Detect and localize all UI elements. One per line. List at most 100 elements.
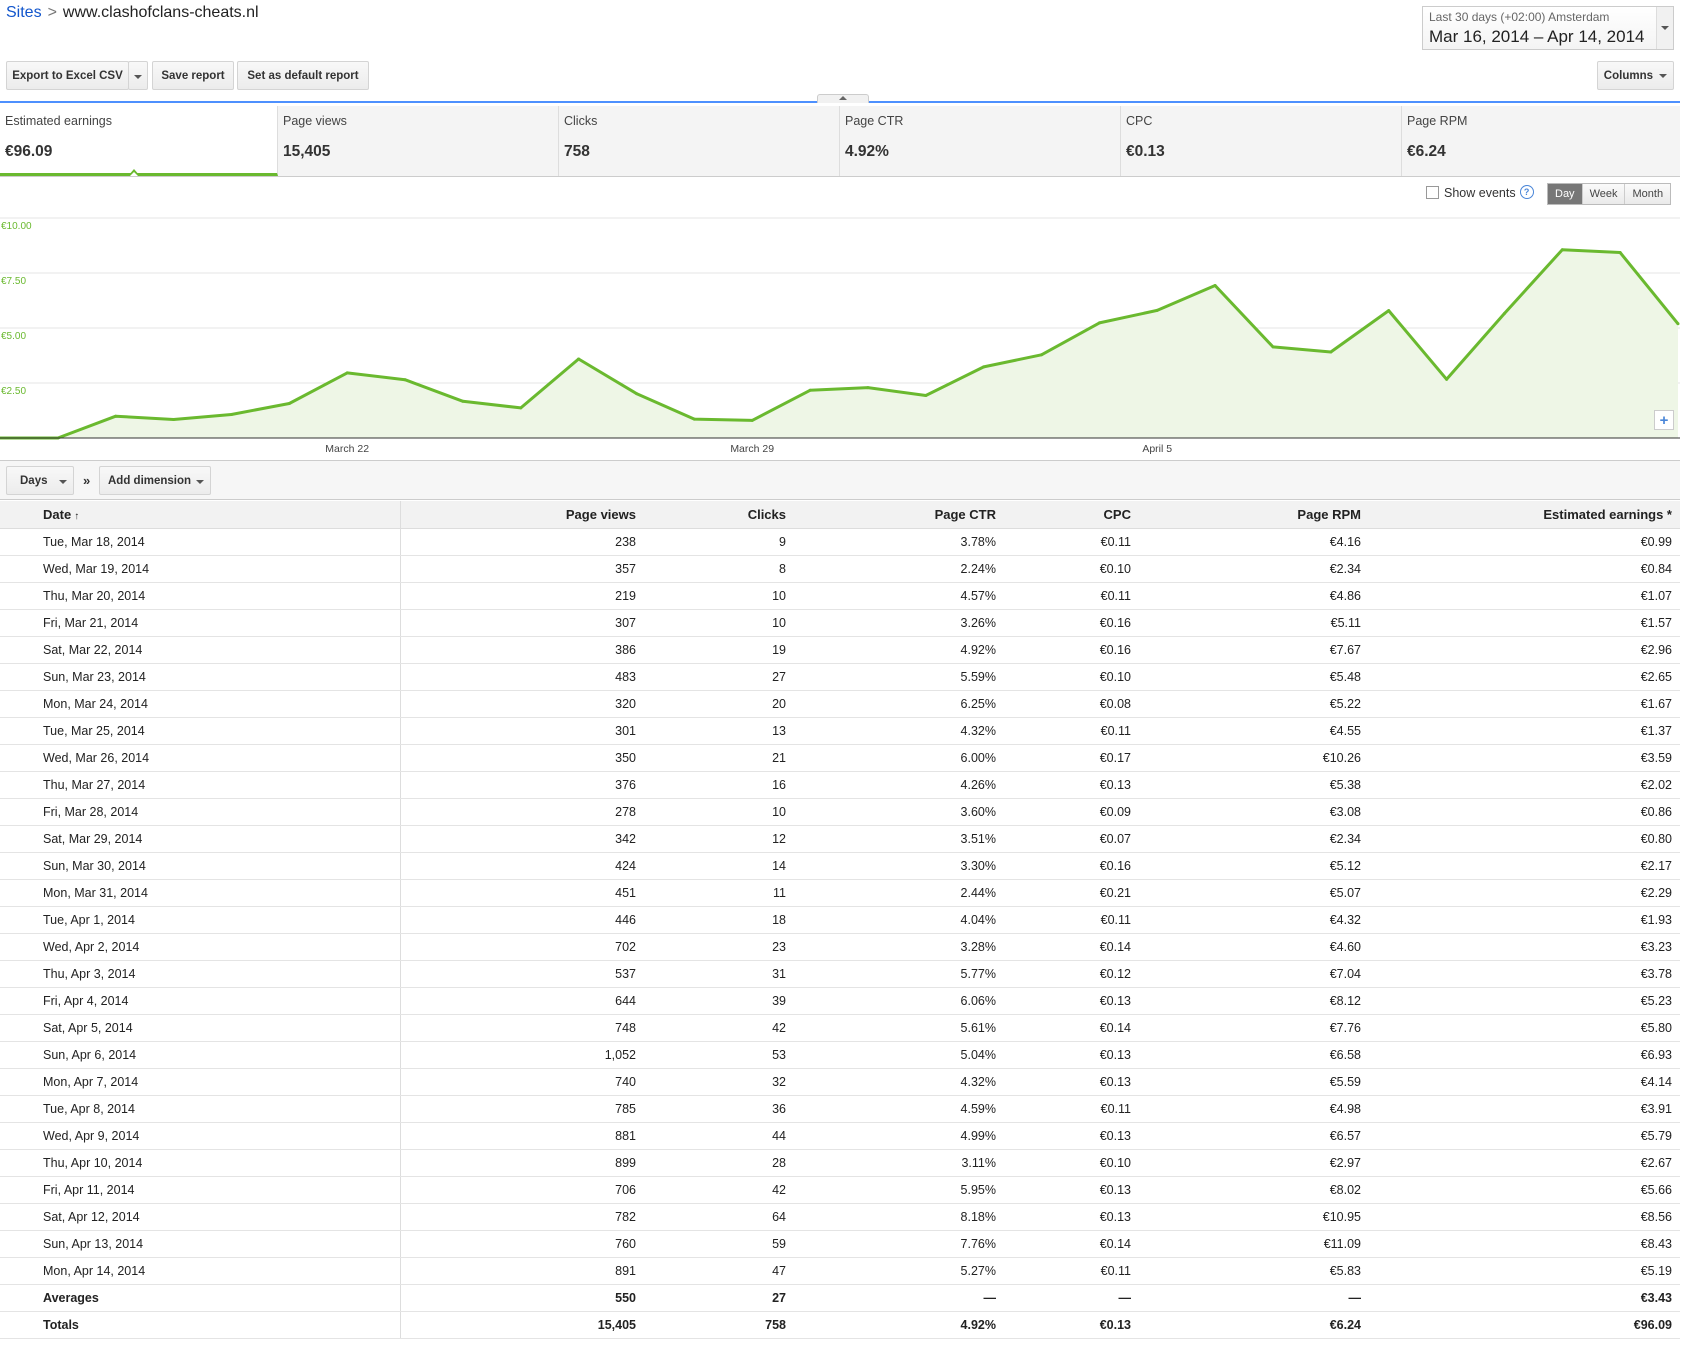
cell-estimated-earnings: €2.02 <box>1366 771 1680 799</box>
cell-clicks: 19 <box>641 636 791 664</box>
table-row: Sun, Mar 30, 2014 424 14 3.30% €0.16 €5.12 €2.… <box>0 852 1680 880</box>
column-header-cpc[interactable]: CPC <box>1001 501 1136 529</box>
cell-estimated-earnings: €1.07 <box>1366 582 1680 610</box>
cell-page-views: 1,052 <box>400 1041 641 1069</box>
cell-page-ctr: 4.32% <box>791 1068 1001 1096</box>
column-header-estimated-earnings[interactable]: Estimated earnings * <box>1366 501 1680 529</box>
table-row: Wed, Apr 2, 2014 702 23 3.28% €0.14 €4.60 €3.2… <box>0 933 1680 961</box>
cell-date: Wed, Mar 26, 2014 <box>0 744 401 772</box>
cell-clicks: 20 <box>641 690 791 718</box>
metric-name: Page RPM <box>1407 114 1468 128</box>
export-options-dropdown[interactable] <box>128 61 148 90</box>
data-point <box>461 399 465 403</box>
data-point <box>1329 350 1333 354</box>
cell-cpc: €0.10 <box>1001 1149 1136 1177</box>
date-range-dropdown[interactable] <box>1656 7 1673 49</box>
add-annotation-button[interactable]: + <box>1654 410 1674 430</box>
save-report-button[interactable]: Save report <box>152 61 234 90</box>
days-dimension-dropdown[interactable]: Days <box>6 466 74 495</box>
show-events-checkbox[interactable] <box>1426 186 1439 199</box>
data-point <box>403 378 407 382</box>
data-point <box>982 365 986 369</box>
granularity-day-button[interactable]: Day <box>1548 184 1582 204</box>
cell-page-ctr: 5.04% <box>791 1041 1001 1069</box>
cell-estimated-earnings: €1.93 <box>1366 906 1680 934</box>
cell-clicks: 36 <box>641 1095 791 1123</box>
metric-name: Page views <box>283 114 347 128</box>
cell-clicks: 10 <box>641 582 791 610</box>
add-dimension-label: Add dimension <box>108 475 192 487</box>
cell-page-views: 785 <box>400 1095 641 1123</box>
cell-estimated-earnings: €96.09 <box>1366 1311 1680 1339</box>
table-body: Tue, Mar 18, 2014 238 9 3.78% €0.11 €4.16 €0.9… <box>0 528 1680 1339</box>
export-csv-button[interactable]: Export to Excel CSV <box>6 61 129 90</box>
date-range-picker[interactable]: Last 30 days (+02:00) Amsterdam Mar 16, … <box>1422 6 1674 50</box>
table-row: Wed, Apr 9, 2014 881 44 4.99% €0.13 €6.57 €5.7… <box>0 1122 1680 1150</box>
collapse-chart-toggle[interactable] <box>817 94 869 103</box>
cell-page-views: 342 <box>400 825 641 853</box>
column-header-page-ctr[interactable]: Page CTR <box>791 501 1001 529</box>
cell-estimated-earnings: €0.99 <box>1366 528 1680 556</box>
table-row: Fri, Mar 21, 2014 307 10 3.26% €0.16 €5.11 €1.… <box>0 609 1680 637</box>
metric-tab-page-rpm[interactable]: Page RPM €6.24 <box>1402 106 1680 176</box>
chevron-right-icon: » <box>83 473 91 488</box>
metric-tab-page-views[interactable]: Page views 15,405 <box>278 106 559 176</box>
metric-tab-estimated-earnings[interactable]: Estimated earnings €96.09 <box>0 106 278 176</box>
help-icon[interactable]: ? <box>1519 185 1534 199</box>
cell-page-views: 483 <box>400 663 641 691</box>
cell-estimated-earnings: €8.43 <box>1366 1230 1680 1258</box>
cell-page-ctr: 4.99% <box>791 1122 1001 1150</box>
metric-value: 4.92% <box>845 143 889 160</box>
column-header-date[interactable]: Date ↑ <box>0 501 401 529</box>
cell-cpc: €0.13 <box>1001 1311 1136 1339</box>
cell-page-ctr: 5.27% <box>791 1257 1001 1285</box>
cell-page-views: 748 <box>400 1014 641 1042</box>
cell-clicks: 27 <box>641 663 791 691</box>
column-header-page-rpm[interactable]: Page RPM <box>1136 501 1366 529</box>
date-range-label: Last 30 days (+02:00) Amsterdam <box>1429 10 1610 24</box>
y-tick-label: €7.50 <box>1 276 26 287</box>
data-point <box>229 413 233 416</box>
report-table: Date ↑ Page views Clicks Page CTR CPC Pag… <box>0 501 1680 1339</box>
cell-date: Fri, Apr 11, 2014 <box>0 1176 401 1204</box>
cell-page-rpm: €6.57 <box>1136 1122 1366 1150</box>
table-row: Sun, Mar 23, 2014 483 27 5.59% €0.10 €5.48 €2.… <box>0 663 1680 691</box>
cell-estimated-earnings: €6.93 <box>1366 1041 1680 1069</box>
breadcrumb-sites-link[interactable]: Sites <box>6 4 42 21</box>
breadcrumb: Sites > www.clashofclans-cheats.nl <box>6 4 259 22</box>
data-point <box>114 414 118 418</box>
add-dimension-dropdown[interactable]: Add dimension <box>99 466 211 495</box>
cell-date: Thu, Mar 27, 2014 <box>0 771 401 799</box>
cell-date: Sun, Mar 23, 2014 <box>0 663 401 691</box>
cell-date: Wed, Apr 2, 2014 <box>0 933 401 961</box>
cell-date: Sat, Mar 22, 2014 <box>0 636 401 664</box>
data-point <box>1040 353 1043 357</box>
granularity-month-button[interactable]: Month <box>1624 184 1671 204</box>
column-header-page-views[interactable]: Page views <box>400 501 641 529</box>
show-events-toggle[interactable]: Show events? <box>1426 185 1534 200</box>
granularity-week-button[interactable]: Week <box>1581 184 1625 204</box>
cell-estimated-earnings: €5.23 <box>1366 987 1680 1015</box>
metric-tab-page-ctr[interactable]: Page CTR 4.92% <box>840 106 1121 176</box>
date-range-value: Mar 16, 2014 – Apr 14, 2014 <box>1429 27 1645 46</box>
cell-cpc: €0.11 <box>1001 717 1136 745</box>
metric-tab-cpc[interactable]: CPC €0.13 <box>1121 106 1402 176</box>
cell-page-rpm: €5.07 <box>1136 879 1366 907</box>
cell-page-ctr: 2.44% <box>791 879 1001 907</box>
columns-button[interactable]: Columns <box>1597 61 1674 90</box>
cell-page-rpm: €7.67 <box>1136 636 1366 664</box>
column-header-clicks[interactable]: Clicks <box>641 501 791 529</box>
cell-page-views: 376 <box>400 771 641 799</box>
cell-estimated-earnings: €2.65 <box>1366 663 1680 691</box>
metric-value: 15,405 <box>283 143 331 160</box>
cell-page-views: 238 <box>400 528 641 556</box>
data-point <box>1155 308 1159 312</box>
cell-page-rpm: €2.34 <box>1136 825 1366 853</box>
table-row: Mon, Mar 24, 2014 320 20 6.25% €0.08 €5.22 €1.… <box>0 690 1680 718</box>
column-header-label: Date <box>43 507 72 522</box>
metric-tab-clicks[interactable]: Clicks 758 <box>559 106 840 176</box>
set-default-report-button[interactable]: Set as default report <box>237 61 369 90</box>
cell-page-ctr: 3.51% <box>791 825 1001 853</box>
cell-page-views: 891 <box>400 1257 641 1285</box>
cell-page-rpm: €4.16 <box>1136 528 1366 556</box>
